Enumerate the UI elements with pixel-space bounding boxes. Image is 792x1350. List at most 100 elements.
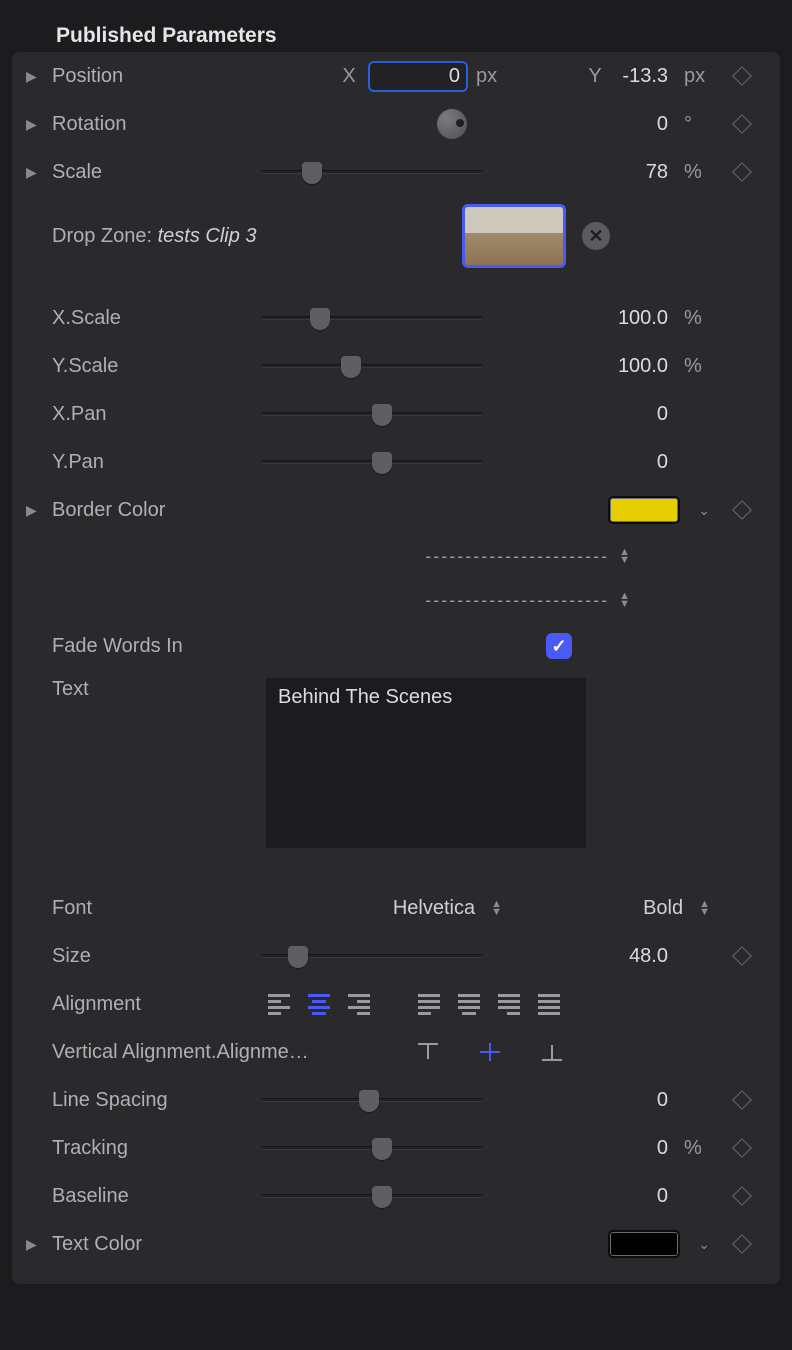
valign-top-icon[interactable] bbox=[418, 1043, 438, 1061]
size-row: ▶ Size 48.0 bbox=[12, 932, 780, 980]
border-color-swatch[interactable] bbox=[608, 496, 680, 524]
tracking-slider[interactable] bbox=[262, 1146, 482, 1150]
xpan-value[interactable]: 0 bbox=[616, 401, 674, 428]
keyframe-icon[interactable] bbox=[732, 1090, 752, 1110]
valign-middle-icon[interactable] bbox=[480, 1043, 500, 1061]
font-row: ▶ Font Helvetica ▲▼ Bold ▲▼ bbox=[12, 884, 780, 932]
baseline-slider[interactable] bbox=[262, 1194, 482, 1198]
ypan-slider[interactable] bbox=[262, 460, 482, 464]
size-value[interactable]: 48.0 bbox=[616, 943, 674, 970]
align-center-icon[interactable] bbox=[308, 994, 330, 1015]
line-spacing-label: Line Spacing bbox=[52, 1089, 242, 1112]
size-label: Size bbox=[52, 945, 242, 968]
font-weight-value: Bold bbox=[643, 897, 683, 920]
position-row: ▶ Position X 0 px Y -13.3 px bbox=[12, 52, 780, 100]
yscale-value[interactable]: 100.0 bbox=[612, 353, 674, 380]
keyframe-icon[interactable] bbox=[732, 162, 752, 182]
text-color-swatch[interactable] bbox=[608, 1230, 680, 1258]
ypan-label: Y.Pan bbox=[52, 451, 242, 474]
font-label: Font bbox=[52, 897, 242, 920]
text-color-row: ▶ Text Color ⌄ bbox=[12, 1220, 780, 1268]
baseline-label: Baseline bbox=[52, 1185, 242, 1208]
published-parameters-panel: ▶ Position X 0 px Y -13.3 px ▶ Rotation … bbox=[12, 52, 780, 1284]
scale-label: Scale bbox=[52, 161, 242, 184]
xscale-value[interactable]: 100.0 bbox=[612, 305, 674, 332]
justify-full-icon[interactable] bbox=[538, 994, 560, 1015]
keyframe-icon[interactable] bbox=[732, 500, 752, 520]
xpan-row: ▶ X.Pan 0 bbox=[12, 390, 780, 438]
font-family-value: Helvetica bbox=[393, 897, 475, 920]
disclosure-icon[interactable]: ▶ bbox=[26, 164, 52, 181]
vertical-alignment-label: Vertical Alignment.Alignme… bbox=[52, 1041, 352, 1064]
y-axis-label: Y bbox=[584, 65, 606, 88]
keyframe-icon[interactable] bbox=[732, 1186, 752, 1206]
scale-unit: % bbox=[684, 161, 710, 184]
disclosure-icon[interactable]: ▶ bbox=[26, 1236, 52, 1253]
drop-zone-clear-button[interactable]: ✕ bbox=[582, 222, 610, 250]
align-left-icon[interactable] bbox=[268, 994, 290, 1015]
disclosure-icon[interactable]: ▶ bbox=[26, 68, 52, 85]
chevron-down-icon[interactable]: ⌄ bbox=[698, 502, 710, 519]
position-y-input[interactable]: -13.3 bbox=[616, 63, 674, 90]
xpan-label: X.Pan bbox=[52, 403, 242, 426]
rotation-value[interactable]: 0 bbox=[616, 111, 674, 138]
drop-zone-label: Drop Zone: tests Clip 3 bbox=[52, 225, 272, 248]
chevron-down-icon[interactable]: ⌄ bbox=[698, 1236, 710, 1253]
line-spacing-value[interactable]: 0 bbox=[616, 1087, 674, 1114]
size-slider[interactable] bbox=[262, 954, 482, 958]
disclosure-icon[interactable]: ▶ bbox=[26, 502, 52, 519]
justify-left-icon[interactable] bbox=[418, 994, 440, 1015]
keyframe-icon[interactable] bbox=[732, 114, 752, 134]
alignment-label: Alignment bbox=[52, 993, 242, 1016]
section-title: Published Parameters bbox=[0, 24, 277, 48]
keyframe-icon[interactable] bbox=[732, 66, 752, 86]
drop-zone-clip-name: tests Clip 3 bbox=[158, 225, 257, 247]
stepper-icon[interactable]: ▲▼ bbox=[619, 548, 630, 564]
tracking-row: ▶ Tracking 0 % bbox=[12, 1124, 780, 1172]
scale-value[interactable]: 78 bbox=[616, 159, 674, 186]
rotation-unit: ° bbox=[684, 113, 710, 136]
tracking-unit: % bbox=[684, 1137, 710, 1160]
position-y-unit: px bbox=[684, 65, 710, 88]
keyframe-icon[interactable] bbox=[732, 1138, 752, 1158]
font-family-select[interactable]: Helvetica ▲▼ bbox=[393, 897, 502, 920]
keyframe-icon[interactable] bbox=[732, 946, 752, 966]
justify-right-icon[interactable] bbox=[498, 994, 520, 1015]
align-right-icon[interactable] bbox=[348, 994, 370, 1015]
rotation-dial[interactable] bbox=[437, 109, 467, 139]
drop-zone-thumbnail[interactable] bbox=[462, 204, 566, 268]
line-spacing-slider[interactable] bbox=[262, 1098, 482, 1102]
justify-center-icon[interactable] bbox=[458, 994, 480, 1015]
stepper-icon[interactable]: ▲▼ bbox=[619, 592, 630, 608]
stepper-icon: ▲▼ bbox=[699, 900, 710, 916]
yscale-slider[interactable] bbox=[262, 364, 482, 368]
xscale-slider[interactable] bbox=[262, 316, 482, 320]
tracking-value[interactable]: 0 bbox=[616, 1135, 674, 1162]
empty-dropdown[interactable]: ----------------------- bbox=[425, 590, 609, 611]
baseline-value[interactable]: 0 bbox=[616, 1183, 674, 1210]
text-input[interactable] bbox=[266, 678, 586, 848]
xpan-slider[interactable] bbox=[262, 412, 482, 416]
scale-slider[interactable] bbox=[262, 170, 482, 174]
text-row: ▶ Text bbox=[12, 670, 780, 866]
alignment-row: ▶ Alignment bbox=[12, 980, 780, 1028]
disclosure-icon[interactable]: ▶ bbox=[26, 116, 52, 133]
font-weight-select[interactable]: Bold ▲▼ bbox=[643, 897, 710, 920]
position-x-input[interactable]: 0 bbox=[368, 61, 468, 92]
empty-dropdown[interactable]: ----------------------- bbox=[425, 546, 609, 567]
vertical-alignment-row: ▶ Vertical Alignment.Alignme… bbox=[12, 1028, 780, 1076]
tracking-label: Tracking bbox=[52, 1137, 242, 1160]
keyframe-icon[interactable] bbox=[732, 1234, 752, 1254]
yscale-unit: % bbox=[684, 355, 710, 378]
fade-words-label: Fade Words In bbox=[52, 635, 352, 658]
x-axis-label: X bbox=[338, 65, 360, 88]
text-color-label: Text Color bbox=[52, 1233, 242, 1256]
yscale-row: ▶ Y.Scale 100.0 % bbox=[12, 342, 780, 390]
xscale-label: X.Scale bbox=[52, 307, 242, 330]
fade-words-checkbox[interactable]: ✓ bbox=[546, 633, 572, 659]
fade-words-row: ▶ Fade Words In ✓ bbox=[12, 622, 780, 670]
border-color-row: ▶ Border Color ⌄ bbox=[12, 486, 780, 534]
valign-bottom-icon[interactable] bbox=[542, 1043, 562, 1061]
baseline-row: ▶ Baseline 0 bbox=[12, 1172, 780, 1220]
ypan-value[interactable]: 0 bbox=[616, 449, 674, 476]
